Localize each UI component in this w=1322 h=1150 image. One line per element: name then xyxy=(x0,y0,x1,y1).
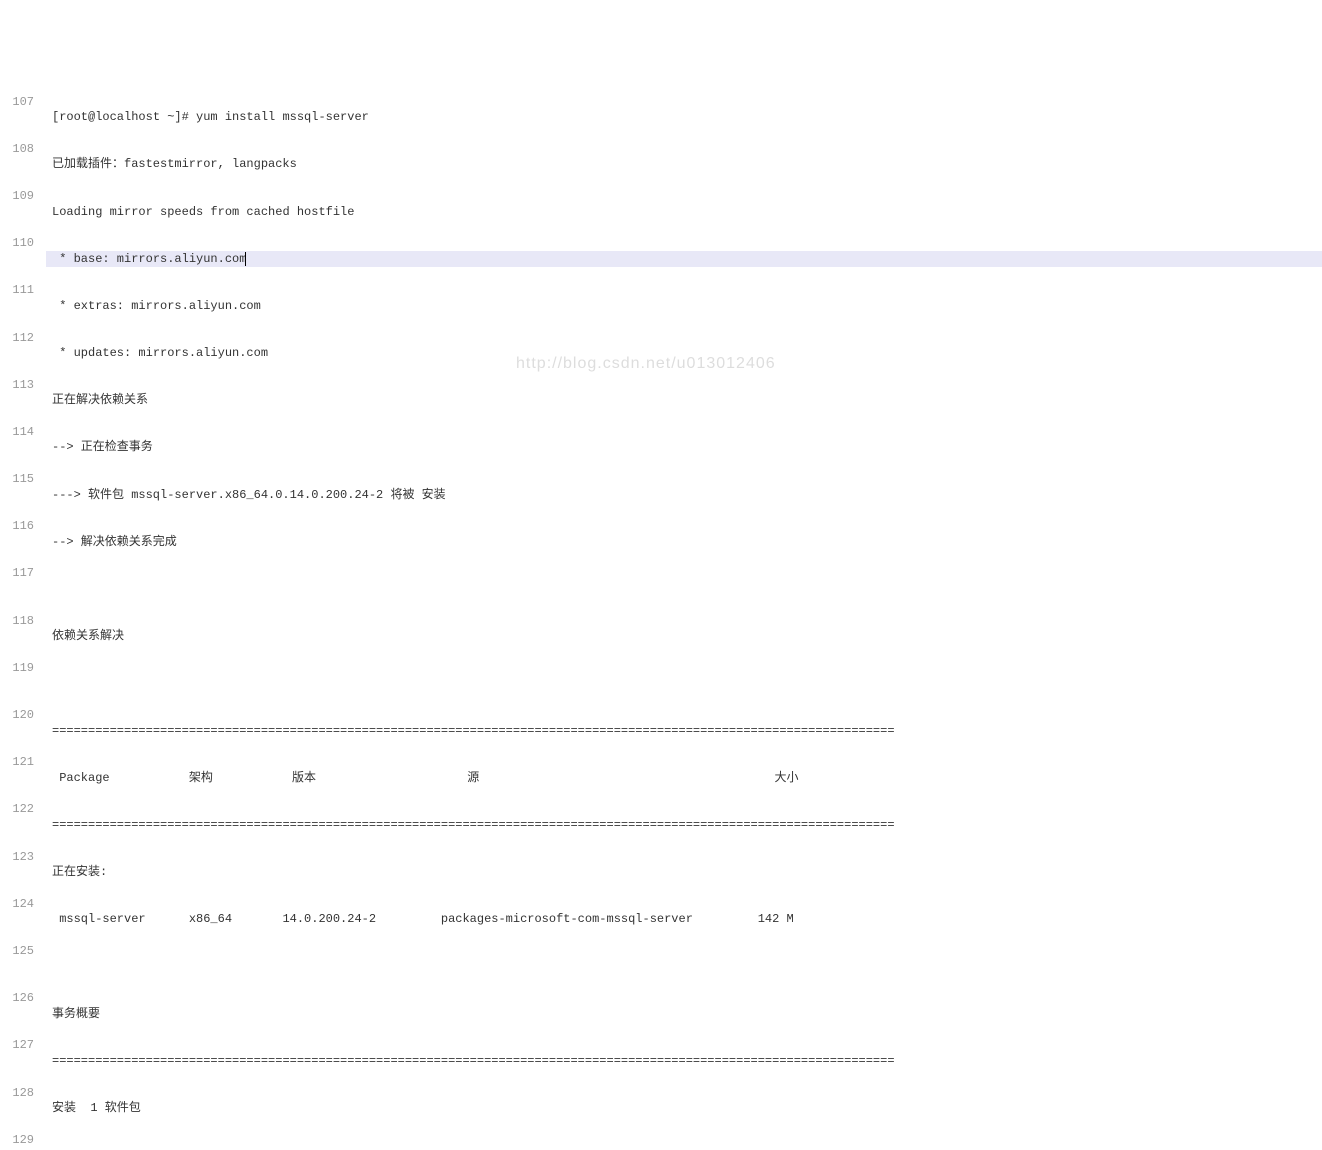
line-number: 113 xyxy=(0,377,34,393)
code-line: * extras: mirrors.aliyun.com xyxy=(46,298,1322,314)
line-text: * base: mirrors.aliyun.com xyxy=(52,252,246,266)
code-line: 事务概要 xyxy=(46,1006,1322,1022)
line-number: 116 xyxy=(0,518,34,534)
line-number: 124 xyxy=(0,896,34,912)
line-number: 108 xyxy=(0,141,34,157)
line-number-gutter: 107 108 109 110 111 112 113 114 115 116 … xyxy=(0,62,46,1150)
code-content[interactable]: http://blog.csdn.net/u013012406 [root@lo… xyxy=(46,62,1322,1150)
line-number: 120 xyxy=(0,707,34,723)
code-line xyxy=(46,1147,1322,1150)
code-line xyxy=(46,675,1322,691)
line-number: 125 xyxy=(0,943,34,959)
line-number: 117 xyxy=(0,565,34,581)
line-number: 121 xyxy=(0,754,34,770)
line-number: 111 xyxy=(0,282,34,298)
line-number: 123 xyxy=(0,849,34,865)
code-editor: 107 108 109 110 111 112 113 114 115 116 … xyxy=(0,62,1322,1150)
code-line: 依赖关系解决 xyxy=(46,628,1322,644)
code-line: Package 架构 版本 源 大小 xyxy=(46,770,1322,786)
code-line xyxy=(46,581,1322,597)
line-number: 118 xyxy=(0,613,34,629)
line-number: 127 xyxy=(0,1037,34,1053)
code-line: * updates: mirrors.aliyun.com xyxy=(46,345,1322,361)
code-line: ========================================… xyxy=(46,1053,1322,1069)
code-line: 正在解决依赖关系 xyxy=(46,392,1322,408)
line-number: 109 xyxy=(0,188,34,204)
code-line: 安装 1 软件包 xyxy=(46,1100,1322,1116)
text-cursor xyxy=(245,252,246,266)
code-line xyxy=(46,959,1322,975)
code-line: ---> 软件包 mssql-server.x86_64.0.14.0.200.… xyxy=(46,487,1322,503)
code-line-current: * base: mirrors.aliyun.com xyxy=(46,251,1322,267)
code-line: --> 正在检查事务 xyxy=(46,439,1322,455)
line-number: 114 xyxy=(0,424,34,440)
code-line: 已加载插件：fastestmirror, langpacks xyxy=(46,156,1322,172)
line-number: 110 xyxy=(0,235,34,251)
line-number: 122 xyxy=(0,801,34,817)
line-number: 115 xyxy=(0,471,34,487)
code-line: mssql-server x86_64 14.0.200.24-2 packag… xyxy=(46,911,1322,927)
line-number: 128 xyxy=(0,1085,34,1101)
code-line: ========================================… xyxy=(46,817,1322,833)
line-number: 112 xyxy=(0,330,34,346)
code-line: --> 解决依赖关系完成 xyxy=(46,534,1322,550)
line-number: 126 xyxy=(0,990,34,1006)
code-line: ========================================… xyxy=(46,723,1322,739)
line-number: 107 xyxy=(0,94,34,110)
code-line: [root@localhost ~]# yum install mssql-se… xyxy=(46,109,1322,125)
line-number: 119 xyxy=(0,660,34,676)
code-line: Loading mirror speeds from cached hostfi… xyxy=(46,204,1322,220)
code-line: 正在安装: xyxy=(46,864,1322,880)
line-number: 129 xyxy=(0,1132,34,1148)
